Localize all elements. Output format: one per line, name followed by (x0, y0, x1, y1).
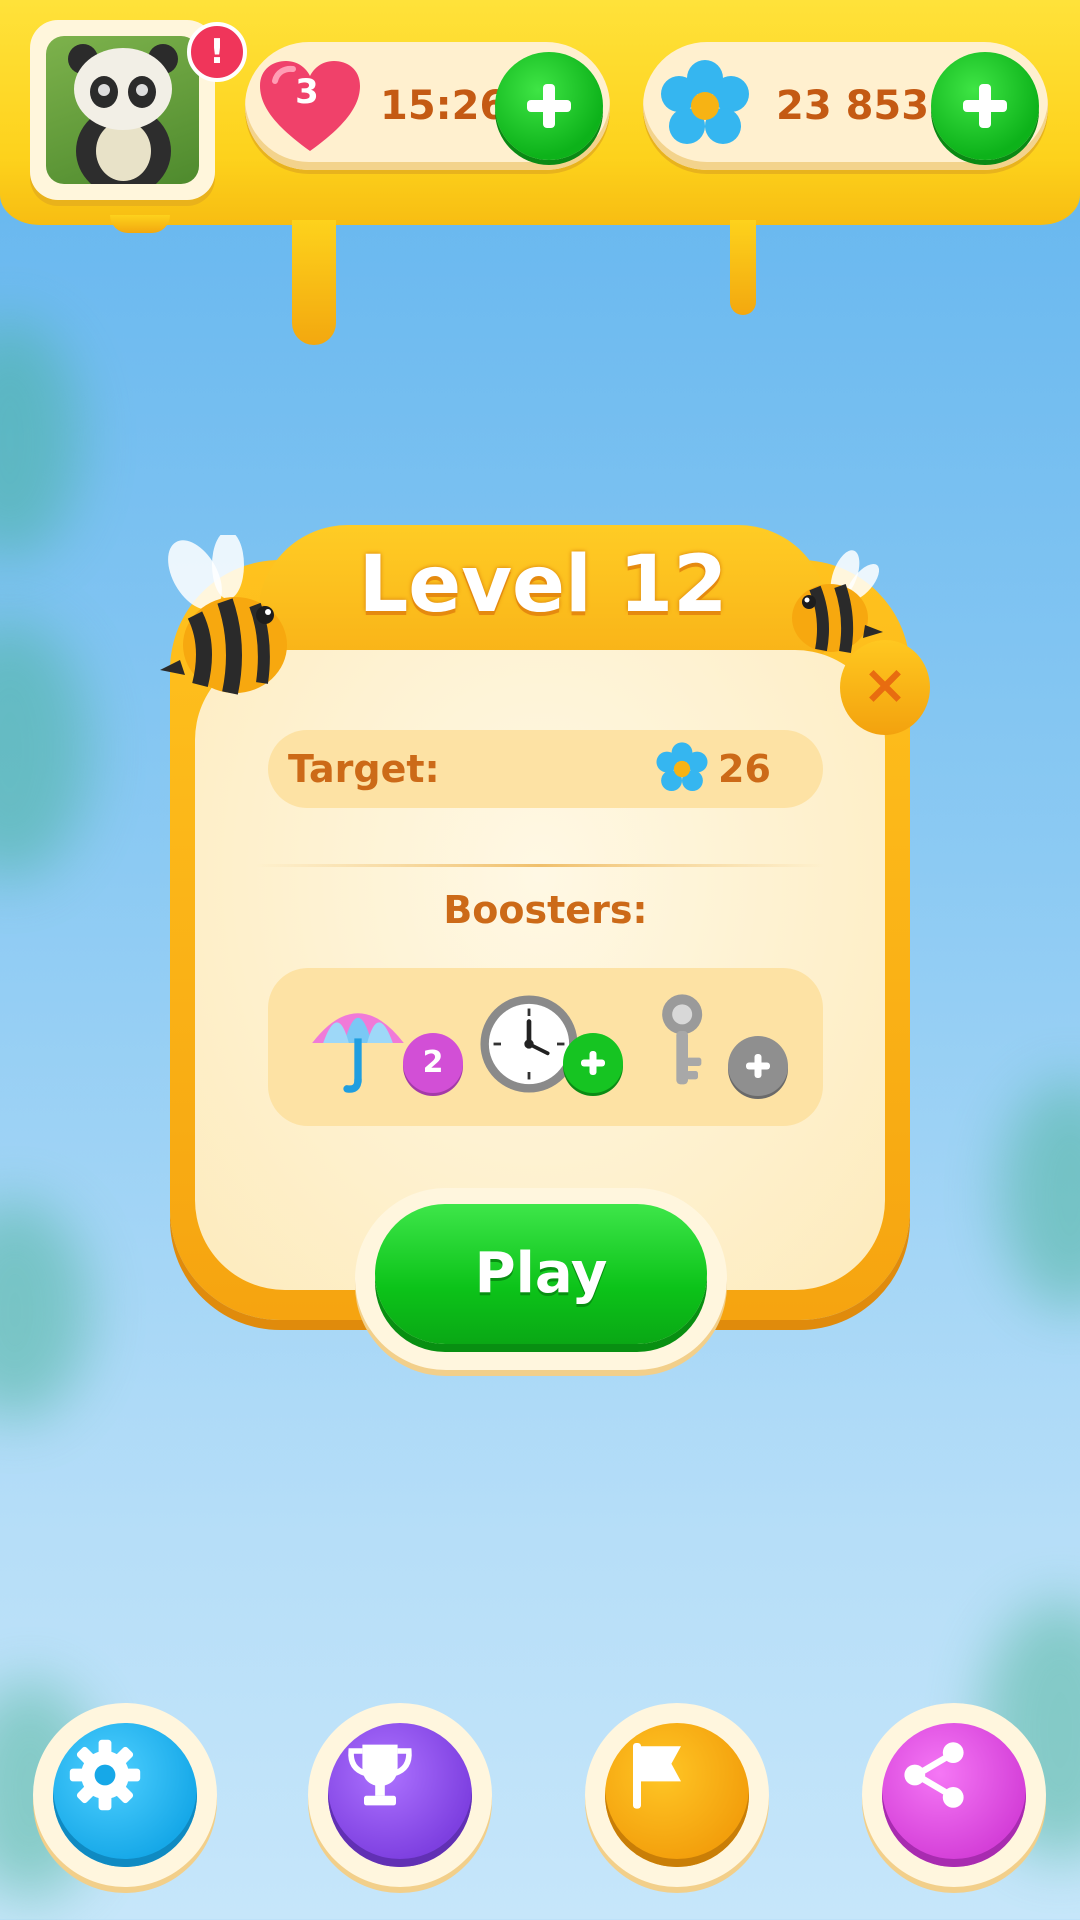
flower-icon (661, 60, 749, 144)
flower-currency-counter: 23 853 (643, 42, 1048, 170)
leaderboard-button[interactable] (308, 1703, 492, 1887)
play-button[interactable]: Play (375, 1204, 707, 1344)
lives-count: 3 (295, 72, 319, 112)
booster-umbrella[interactable]: 2 (298, 968, 463, 1126)
booster-key[interactable] (648, 968, 798, 1126)
settings-button[interactable] (33, 1703, 217, 1887)
level-title: Level 12 (358, 540, 728, 630)
panel-divider (255, 864, 825, 867)
add-lives-button[interactable] (495, 52, 603, 160)
add-booster-badge (563, 1033, 623, 1093)
honey-drip (292, 220, 336, 345)
flag-icon (633, 1743, 681, 1809)
locked-add-badge (728, 1036, 788, 1096)
gear-icon (69, 1739, 141, 1811)
trophy-icon (348, 1744, 412, 1806)
umbrella-icon (312, 1013, 404, 1093)
lives-counter: 3 15:26 (245, 42, 610, 170)
panda-portrait (46, 36, 199, 184)
boosters-label: Boosters: (443, 888, 648, 932)
boosters-tray: 2 (268, 968, 823, 1126)
close-button[interactable]: × (840, 640, 930, 735)
flower-icon (656, 742, 708, 792)
add-currency-button[interactable] (931, 52, 1039, 160)
lives-timer: 15:26 (380, 83, 508, 129)
background-leaf (0, 320, 80, 560)
background-leaf (1000, 1080, 1080, 1310)
background-leaf (0, 620, 90, 880)
honey-drip (730, 220, 756, 315)
target-row: Target: 26 (268, 730, 823, 808)
share-icon (904, 1742, 964, 1808)
target-label: Target: (288, 747, 440, 791)
missions-button[interactable] (585, 1703, 769, 1887)
honey-drip (110, 215, 170, 233)
background-leaf (0, 1200, 90, 1420)
flower-currency-amount: 23 853 (776, 83, 930, 129)
notification-badge[interactable]: ! (187, 22, 247, 82)
booster-clock[interactable] (473, 968, 623, 1126)
booster-count-badge: 2 (403, 1033, 463, 1093)
share-button[interactable] (862, 1703, 1046, 1887)
target-value: 26 (718, 747, 771, 791)
